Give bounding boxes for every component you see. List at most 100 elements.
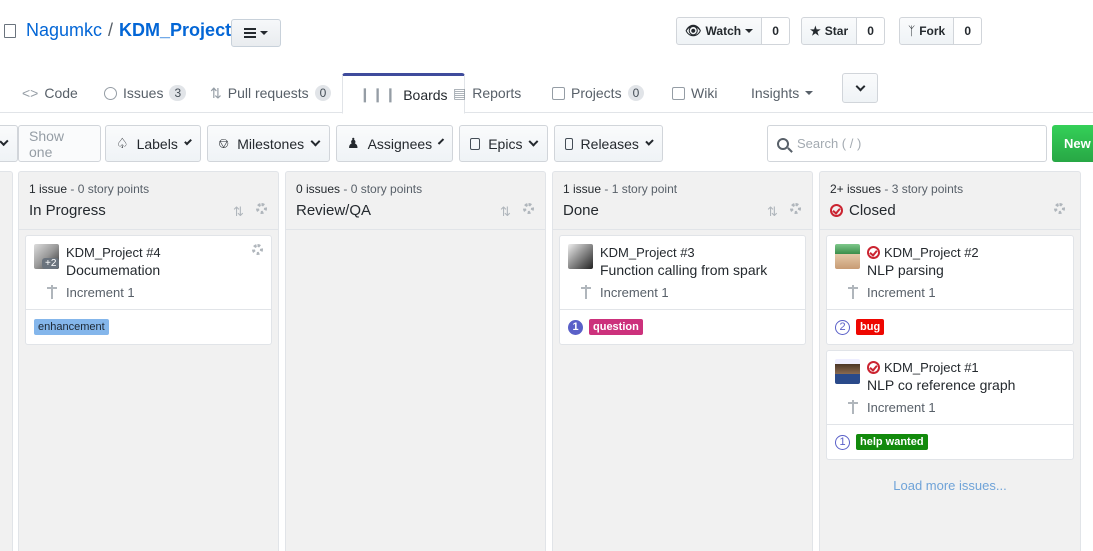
- repo-icon: [4, 23, 16, 38]
- chevron-down-icon: [0, 136, 9, 147]
- card-footer: 1 help wanted: [827, 424, 1073, 459]
- caret-down-icon: [805, 91, 814, 95]
- issue-title[interactable]: Documemation: [66, 262, 160, 278]
- card-settings-icon[interactable]: [252, 244, 263, 255]
- fork-group: ᛉ Fork 0: [899, 17, 983, 45]
- column-settings-icon[interactable]: [1054, 203, 1065, 214]
- star-group: ★ Star 0: [801, 17, 886, 45]
- column-meta: 0 issues - 0 story points: [296, 182, 423, 196]
- caret-down-icon: [745, 29, 754, 33]
- labels-filter[interactable]: ♤ Labels: [105, 125, 201, 162]
- fork-label: Fork: [919, 24, 946, 38]
- sort-icon[interactable]: ⇅: [500, 204, 511, 220]
- issue-title[interactable]: Function calling from spark: [600, 262, 767, 278]
- milestone-icon: [47, 285, 57, 299]
- issue-card[interactable]: KDM_Project #2 NLP parsing Increment 1 2…: [826, 235, 1074, 345]
- releases-filter[interactable]: Releases: [554, 125, 663, 162]
- issue-milestone: Increment 1: [66, 285, 135, 300]
- chevron-down-icon: [437, 138, 445, 145]
- tab-label: Reports: [472, 85, 522, 101]
- column-settings-icon[interactable]: [523, 203, 534, 214]
- issue-milestone: Increment 1: [867, 285, 936, 300]
- tab-label: Issues: [123, 85, 164, 101]
- card-footer: enhancement: [26, 309, 271, 344]
- tab-label: Boards: [403, 86, 448, 103]
- repo-name-link[interactable]: KDM_Project: [119, 20, 231, 41]
- tab-boards[interactable]: ❙❙❙ Boards: [342, 73, 465, 114]
- tab-insights[interactable]: Insights: [751, 73, 814, 113]
- sort-icon[interactable]: ⇅: [767, 204, 778, 220]
- caret-down-icon: [260, 31, 268, 35]
- board-column-in-progress: 1 issue - 0 story points In Progress ⇅ +…: [18, 171, 279, 551]
- issue-ref[interactable]: KDM_Project #1: [867, 360, 979, 375]
- tab-pull-requests[interactable]: ⇅ Pull requests 0: [210, 73, 332, 113]
- search-input[interactable]: Search ( / ): [767, 125, 1047, 162]
- issue-card[interactable]: +2 KDM_Project #4 Documemation Increment…: [25, 235, 272, 345]
- issue-title[interactable]: NLP co reference graph: [867, 377, 1015, 393]
- new-issue-button[interactable]: New: [1052, 125, 1093, 162]
- star-count[interactable]: 0: [857, 17, 886, 45]
- tab-issues[interactable]: Issues 3: [104, 73, 187, 113]
- sort-icon[interactable]: ⇅: [233, 204, 244, 220]
- tab-code[interactable]: <> Code: [22, 73, 78, 113]
- eye-icon: 👁: [685, 23, 702, 38]
- column-title: Review/QA: [296, 202, 372, 219]
- repo-list-menu-button[interactable]: [231, 19, 281, 47]
- repo-separator: /: [108, 20, 114, 40]
- watch-group: 👁 Watch 0: [676, 17, 791, 45]
- tab-wiki[interactable]: Wiki: [672, 73, 717, 113]
- labels-filter-label: Labels: [136, 135, 178, 152]
- card-footer: 2 bug: [827, 309, 1073, 344]
- load-more-link[interactable]: Load more issues...: [820, 478, 1080, 493]
- closed-issue-icon: [867, 361, 880, 374]
- milestones-filter[interactable]: ⎊ Milestones: [207, 125, 330, 162]
- column-meta: 2+ issues - 3 story points: [830, 182, 964, 196]
- watch-label: Watch: [705, 24, 742, 38]
- story-points-badge: 1: [835, 434, 850, 450]
- person-icon: ♟: [347, 135, 360, 151]
- star-icon: ★: [810, 24, 821, 38]
- closed-issue-icon: [867, 246, 880, 259]
- chevron-down-icon: [183, 137, 192, 146]
- board-column-closed: 2+ issues - 3 story points Closed KDM_Pr…: [819, 171, 1081, 551]
- fork-count[interactable]: 0: [954, 17, 983, 45]
- column-meta: 1 issue - 1 story point: [563, 182, 678, 196]
- column-settings-icon[interactable]: [790, 203, 801, 214]
- milestone-icon: ⎊: [218, 135, 230, 151]
- epic-icon: [470, 137, 481, 150]
- chevron-down-icon: [528, 136, 539, 147]
- filter-toggle-button[interactable]: [0, 125, 18, 162]
- label-enhancement[interactable]: enhancement: [34, 319, 109, 335]
- avatar: [835, 244, 860, 269]
- label-bug[interactable]: bug: [856, 319, 885, 335]
- issue-ref[interactable]: KDM_Project #4: [66, 245, 161, 260]
- show-one-button[interactable]: Show one: [18, 125, 101, 162]
- repo-owner-link[interactable]: Nagumkc: [26, 20, 102, 41]
- column-settings-icon[interactable]: [256, 203, 267, 214]
- issue-card[interactable]: KDM_Project #3 Function calling from spa…: [559, 235, 806, 345]
- watch-button[interactable]: 👁 Watch: [676, 17, 763, 45]
- label-help-wanted[interactable]: help wanted: [856, 434, 928, 450]
- label-question[interactable]: question: [589, 319, 643, 335]
- fork-button[interactable]: ᛉ Fork: [899, 17, 955, 45]
- tab-count: 3: [169, 85, 187, 101]
- more-menu-button[interactable]: [842, 73, 878, 103]
- avatar: [568, 244, 593, 269]
- tab-reports[interactable]: ▤ Reports: [453, 73, 521, 113]
- column-title: Done: [563, 202, 599, 219]
- card-footer: 1 question: [560, 309, 805, 344]
- tab-projects[interactable]: Projects 0: [552, 73, 645, 113]
- tag-icon: ♤: [116, 135, 129, 151]
- assignees-filter-label: Assignees: [367, 135, 433, 152]
- issue-milestone: Increment 1: [867, 400, 936, 415]
- watch-count[interactable]: 0: [762, 17, 791, 45]
- assignees-filter[interactable]: ♟ Assignees: [336, 125, 453, 162]
- issue-ref[interactable]: KDM_Project #2: [867, 245, 979, 260]
- milestone-icon: [848, 285, 858, 299]
- epics-filter[interactable]: Epics: [459, 125, 548, 162]
- issue-ref[interactable]: KDM_Project #3: [600, 245, 695, 260]
- star-button[interactable]: ★ Star: [801, 17, 858, 45]
- issue-title[interactable]: NLP parsing: [867, 262, 944, 278]
- star-label: Star: [824, 24, 849, 38]
- issue-card[interactable]: KDM_Project #1 NLP co reference graph In…: [826, 350, 1074, 460]
